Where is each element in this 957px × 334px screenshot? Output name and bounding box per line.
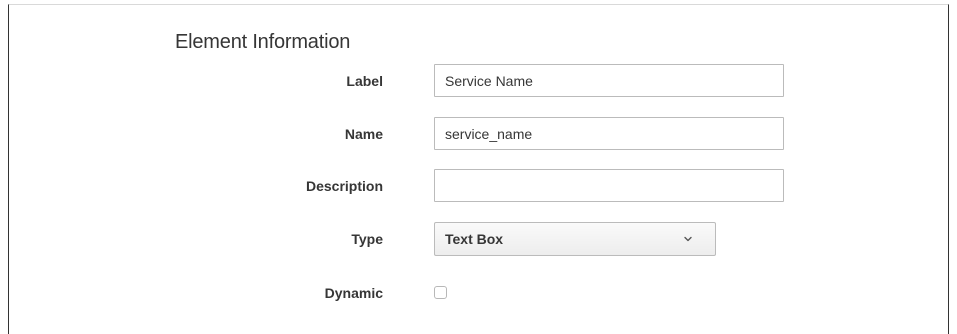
dynamic-checkbox[interactable] <box>434 286 447 299</box>
label-field-label: Label <box>346 73 383 89</box>
type-field-label: Type <box>351 231 383 247</box>
label-row: Label <box>0 64 957 98</box>
name-field-label: Name <box>344 126 383 142</box>
type-selected-value: Text Box <box>445 231 504 247</box>
name-input[interactable] <box>434 117 784 150</box>
name-row: Name <box>0 117 957 151</box>
dynamic-field-label: Dynamic <box>324 285 383 301</box>
section-title: Element Information <box>175 31 351 53</box>
chevron-down-icon <box>684 236 692 242</box>
dynamic-row: Dynamic <box>0 276 957 310</box>
type-row: Type Text Box <box>0 222 957 256</box>
label-input[interactable] <box>434 64 784 97</box>
type-select[interactable]: Text Box <box>434 222 716 256</box>
description-field-label: Description <box>305 178 383 194</box>
description-row: Description <box>0 169 957 203</box>
description-input[interactable] <box>434 169 784 202</box>
